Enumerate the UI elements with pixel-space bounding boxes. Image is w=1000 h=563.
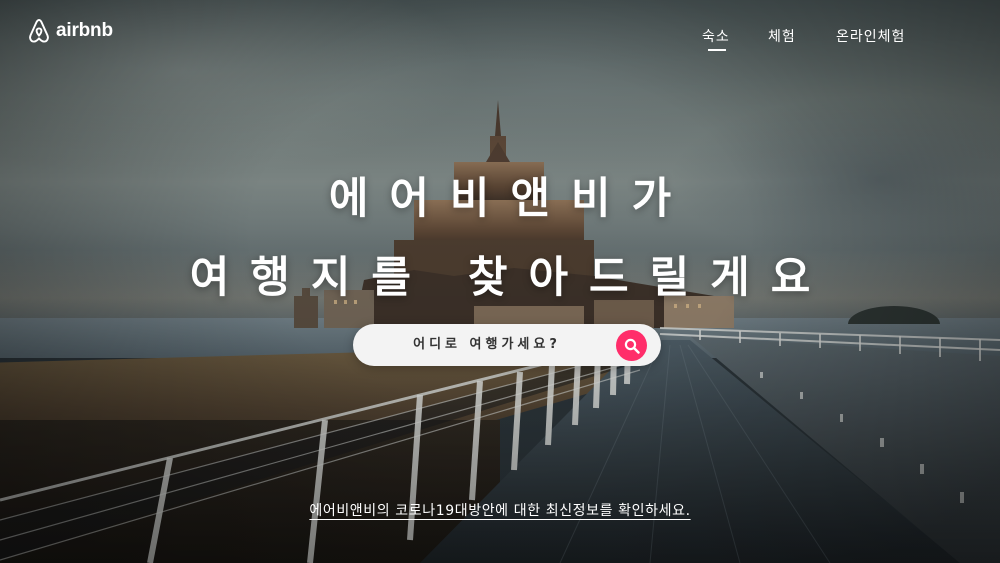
hero-title-line-2: 여행지를 찾아드릴게요 <box>189 253 832 303</box>
search-icon <box>624 338 640 354</box>
search-bar[interactable]: 어디로 여행가세요? <box>353 324 661 366</box>
nav-item-stays[interactable]: 숙소 <box>702 26 730 46</box>
nav-item-experiences[interactable]: 체험 <box>768 26 796 46</box>
search-button[interactable] <box>616 330 647 361</box>
top-nav: 숙소 체험 온라인체험 <box>0 26 1000 56</box>
covid-notice: 에어비앤비의 코로나19대방안에 대한 최신정보를 확인하세요. <box>0 500 1000 520</box>
active-nav-indicator <box>708 49 726 51</box>
hero-title-line-1: 에어비앤비가 <box>328 174 693 224</box>
nav-item-online-experiences[interactable]: 온라인체험 <box>836 26 905 46</box>
covid-info-link[interactable]: 에어비앤비의 코로나19대방안에 대한 최신정보를 확인하세요. <box>309 500 690 520</box>
search-input[interactable]: 어디로 여행가세요? <box>353 324 617 366</box>
